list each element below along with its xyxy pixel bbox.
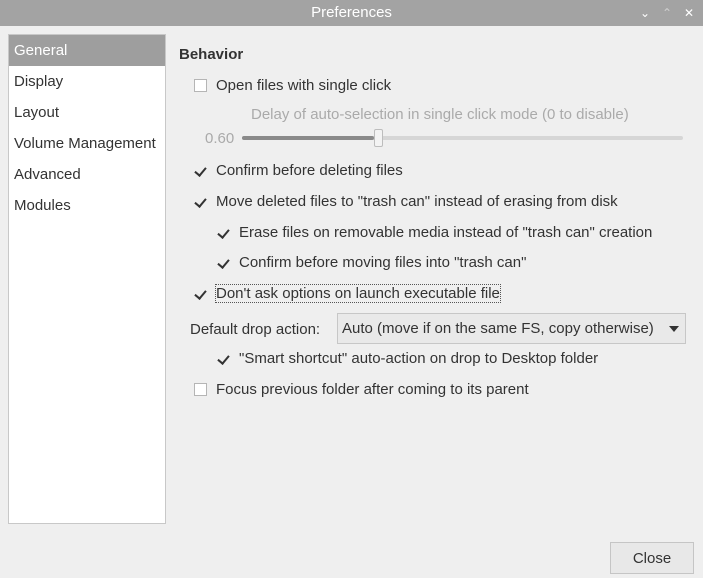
- sidebar-item-modules[interactable]: Modules: [9, 190, 165, 221]
- single-click-label: Open files with single click: [216, 77, 392, 94]
- window-controls: ⌄ ⌃ ✕: [637, 0, 697, 26]
- focus-previous-checkbox[interactable]: [194, 383, 207, 396]
- window-titlebar: Preferences ⌄ ⌃ ✕: [0, 0, 703, 26]
- sidebar-item-general[interactable]: General: [9, 35, 165, 66]
- close-button-label: Close: [632, 549, 672, 567]
- dont-ask-exec-label: Don't ask options on launch executable f…: [215, 284, 501, 303]
- confirm-trash-checkbox[interactable]: [217, 256, 230, 269]
- single-click-option[interactable]: Open files with single click: [194, 77, 391, 94]
- erase-removable-checkbox[interactable]: [217, 226, 230, 239]
- smart-shortcut-label: "Smart shortcut" auto-action on drop to …: [239, 350, 599, 367]
- confirm-delete-label: Confirm before deleting files: [216, 162, 403, 179]
- confirm-trash-label: Confirm before moving files into "trash …: [239, 254, 527, 271]
- drop-action-label: Default drop action:: [190, 321, 321, 338]
- delay-hint-label: Delay of auto-selection in single click …: [251, 106, 629, 123]
- sidebar-item-volume-management[interactable]: Volume Management: [9, 128, 165, 159]
- delay-slider[interactable]: [242, 129, 683, 147]
- maximize-icon: ⌃: [661, 6, 673, 20]
- window-title: Preferences: [311, 4, 392, 21]
- sidebar-item-layout[interactable]: Layout: [9, 97, 165, 128]
- focus-previous-label: Focus previous folder after coming to it…: [216, 381, 529, 398]
- dropdown-arrow-icon: [669, 326, 679, 332]
- focus-previous-option[interactable]: Focus previous folder after coming to it…: [194, 381, 529, 398]
- close-icon: ✕: [683, 6, 695, 20]
- delay-value: 0.60: [205, 130, 235, 147]
- close-button[interactable]: Close: [610, 542, 694, 574]
- maximize-button[interactable]: ⌃: [659, 5, 675, 21]
- dont-ask-exec-checkbox[interactable]: [194, 287, 207, 300]
- confirm-delete-option[interactable]: Confirm before deleting files: [194, 162, 403, 179]
- smart-shortcut-checkbox[interactable]: [217, 352, 230, 365]
- trash-label: Move deleted files to "trash can" instea…: [216, 193, 618, 210]
- drop-action-select[interactable]: Auto (move if on the same FS, copy other…: [337, 313, 686, 344]
- minimize-icon: ⌄: [639, 6, 651, 20]
- erase-removable-label: Erase files on removable media instead o…: [239, 224, 653, 241]
- confirm-trash-option[interactable]: Confirm before moving files into "trash …: [217, 254, 526, 271]
- erase-removable-option[interactable]: Erase files on removable media instead o…: [217, 224, 652, 241]
- trash-option[interactable]: Move deleted files to "trash can" instea…: [194, 193, 618, 210]
- confirm-delete-checkbox[interactable]: [194, 164, 207, 177]
- dont-ask-exec-option[interactable]: Don't ask options on launch executable f…: [194, 284, 501, 303]
- sidebar-item-display[interactable]: Display: [9, 66, 165, 97]
- sidebar: General Display Layout Volume Management…: [8, 34, 166, 524]
- delay-slider-handle[interactable]: [374, 129, 384, 147]
- trash-checkbox[interactable]: [194, 195, 207, 208]
- single-click-checkbox[interactable]: [194, 79, 207, 92]
- general-panel: Behavior Open files with single click De…: [178, 34, 690, 474]
- sidebar-item-advanced[interactable]: Advanced: [9, 159, 165, 190]
- close-window-button[interactable]: ✕: [681, 5, 697, 21]
- smart-shortcut-option[interactable]: "Smart shortcut" auto-action on drop to …: [217, 350, 598, 367]
- drop-action-value: Auto (move if on the same FS, copy other…: [342, 320, 654, 337]
- minimize-button[interactable]: ⌄: [637, 5, 653, 21]
- delay-slider-fill: [242, 136, 375, 140]
- section-title-behavior: Behavior: [179, 46, 244, 63]
